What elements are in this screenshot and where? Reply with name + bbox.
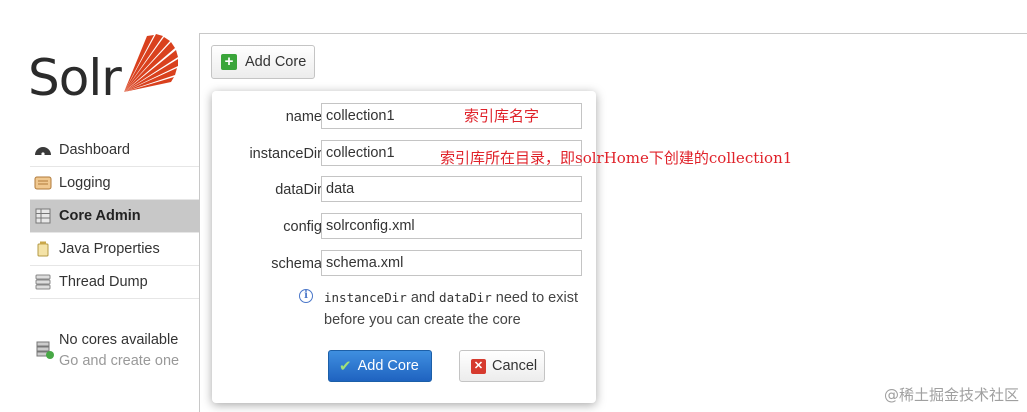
datadir-input[interactable] xyxy=(321,176,582,202)
name-input[interactable] xyxy=(321,103,582,129)
schema-input[interactable] xyxy=(321,250,582,276)
name-label: name: xyxy=(285,109,326,125)
config-field-row: config: xyxy=(212,213,596,241)
checkmark-icon: ✔ xyxy=(339,358,352,375)
no-cores-title: No cores available xyxy=(59,332,179,348)
sidebar-nav: Dashboard Logging Core Admin Java Proper… xyxy=(30,134,200,299)
hint-text-1: need to exist xyxy=(491,290,578,306)
sidebar-item-label: Logging xyxy=(59,175,111,191)
annotation-name-note: 索引库名字 xyxy=(464,107,540,125)
no-cores-subtitle: Go and create one xyxy=(59,353,180,369)
java-properties-icon xyxy=(37,241,49,257)
annotation-dir-note: 索引库所在目录，即solrHome下创建的collection1 xyxy=(440,149,793,167)
solr-logo[interactable]: Solr xyxy=(28,30,178,110)
hint-code-datadir: dataDir xyxy=(439,290,492,305)
watermark: @稀土掘金技术社区 xyxy=(883,386,1019,404)
sidebar-item-label: Dashboard xyxy=(59,142,130,158)
hint-and: and xyxy=(406,290,440,306)
cancel-button[interactable]: ✕ Cancel xyxy=(459,350,545,382)
schema-field-row: schema: xyxy=(212,250,596,278)
datadir-label: dataDir: xyxy=(275,182,326,198)
sidebar-item-label: Thread Dump xyxy=(59,274,148,290)
add-core-dialog: name: instanceDir: dataDir: config: sche… xyxy=(212,91,596,403)
instancedir-label: instanceDir: xyxy=(249,146,326,162)
solr-sun-icon xyxy=(124,34,178,92)
submit-add-core-button[interactable]: ✔ Add Core xyxy=(328,350,432,382)
logo-text: Solr xyxy=(28,49,122,107)
sidebar-item-thread-dump[interactable]: Thread Dump xyxy=(30,266,200,299)
add-core-button-label: Add Core xyxy=(245,54,307,70)
plus-icon: + xyxy=(221,54,237,70)
thread-dump-icon xyxy=(35,274,51,290)
sidebar: Solr Dashboard Logging Core Admin Java P… xyxy=(0,0,200,412)
logging-icon xyxy=(34,176,52,190)
config-input[interactable] xyxy=(321,213,582,239)
sidebar-item-core-admin[interactable]: Core Admin xyxy=(30,200,200,233)
database-warning-icon xyxy=(36,341,54,359)
datadir-field-row: dataDir: xyxy=(212,176,596,204)
submit-button-label: Add Core xyxy=(357,358,419,374)
add-core-button[interactable]: + Add Core xyxy=(211,45,315,79)
info-icon: i xyxy=(299,289,313,303)
sidebar-item-logging[interactable]: Logging xyxy=(30,167,200,200)
hint-text-2: before you can create the core xyxy=(324,312,521,328)
hint-code-instancedir: instanceDir xyxy=(324,290,407,305)
dashboard-icon xyxy=(35,147,51,156)
close-icon: ✕ xyxy=(471,358,486,374)
core-admin-icon xyxy=(35,208,51,224)
hint-text: instanceDir and dataDir need to exist be… xyxy=(324,287,594,331)
schema-label: schema: xyxy=(271,256,326,272)
sidebar-item-dashboard[interactable]: Dashboard xyxy=(30,134,200,167)
cancel-button-label: Cancel xyxy=(492,358,538,374)
sidebar-item-label: Core Admin xyxy=(59,208,141,224)
sidebar-item-label: Java Properties xyxy=(59,241,160,257)
sidebar-item-java-properties[interactable]: Java Properties xyxy=(30,233,200,266)
config-label: config: xyxy=(283,219,326,235)
